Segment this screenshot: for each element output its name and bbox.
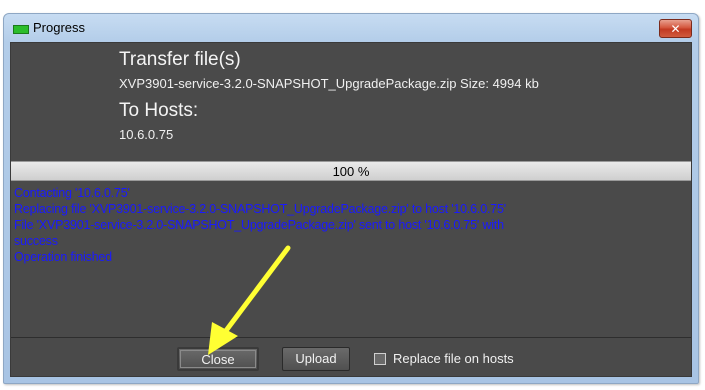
log-line: Operation finished — [14, 250, 112, 264]
button-bar: Close Upload Replace file on hosts — [11, 340, 691, 376]
replace-file-label[interactable]: Replace file on hosts — [393, 351, 514, 366]
progress-label: 100 % — [332, 164, 370, 179]
transfer-heading: Transfer file(s) — [119, 49, 241, 70]
window-close-button[interactable]: ✕ — [659, 19, 692, 38]
dialog-content: Transfer file(s) XVP3901-service-3.2.0-S… — [10, 42, 692, 377]
window-title: Progress — [33, 20, 86, 35]
hosts-heading: To Hosts: — [119, 100, 199, 121]
progress-dialog: Progress ✕ Transfer file(s) XVP3901-serv… — [3, 13, 699, 384]
app-icon — [13, 25, 29, 34]
log-output[interactable]: Contacting '10.6.0.75' Replacing file 'X… — [11, 183, 691, 338]
log-line: Replacing file 'XVP3901-service-3.2.0-SN… — [14, 202, 506, 216]
title-bar[interactable]: Progress ✕ — [4, 14, 698, 42]
host-address: 10.6.0.75 — [119, 127, 174, 142]
upload-button[interactable]: Upload — [282, 347, 350, 371]
log-line: File 'XVP3901-service-3.2.0-SNAPSHOT_Upg… — [14, 218, 504, 232]
close-button[interactable]: Close — [177, 347, 259, 371]
progress-bar: 100 % — [11, 161, 691, 181]
close-icon: ✕ — [670, 22, 681, 36]
log-line: Contacting '10.6.0.75' — [14, 186, 130, 200]
log-line: success — [14, 234, 58, 248]
file-info: XVP3901-service-3.2.0-SNAPSHOT_UpgradePa… — [119, 76, 539, 91]
replace-file-checkbox[interactable] — [374, 353, 386, 365]
